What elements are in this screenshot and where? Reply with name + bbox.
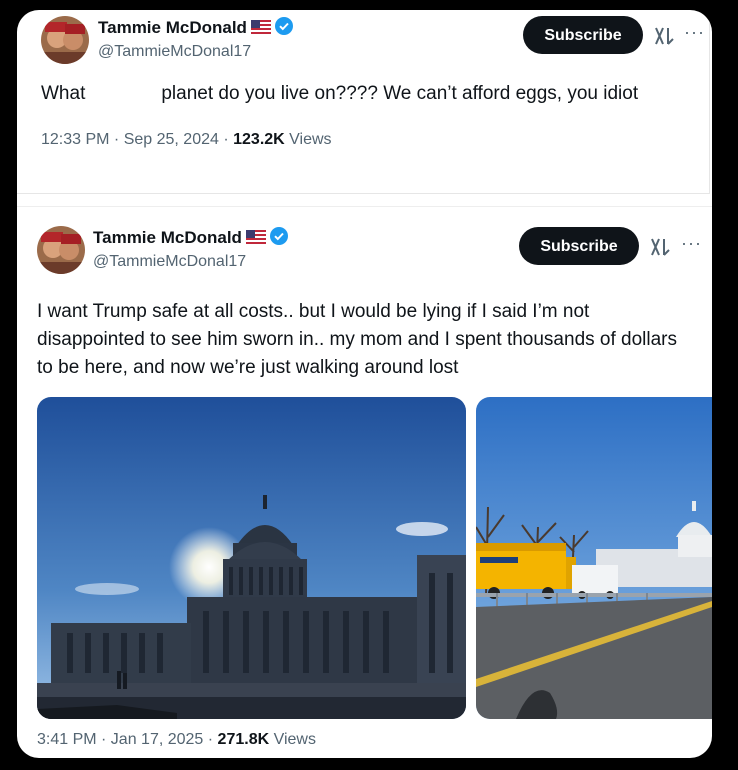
post-text-part-2: planet do you live on???? We can’t affor… (161, 83, 639, 104)
post-text: I want Trump safe at all costs.. but I w… (37, 301, 678, 378)
author-name[interactable]: Tammie McDonald (93, 227, 288, 250)
more-icon[interactable]: ··· (681, 233, 702, 254)
views-count: 271.8K (217, 731, 270, 748)
avatar[interactable] (37, 226, 85, 274)
quoted-post[interactable]: Tammie McDonald @TammieMcDonal17 Subscri… (17, 10, 710, 194)
timestamp[interactable]: 12:33 PM · Sep 25, 2024 · (41, 131, 233, 148)
verified-badge-icon[interactable] (269, 227, 288, 250)
author-name-text[interactable]: Tammie McDonald (93, 228, 242, 247)
post-meta[interactable]: 12:33 PM · Sep 25, 2024 · 123.2K Views (41, 131, 332, 149)
grok-icon[interactable] (653, 25, 675, 47)
subscribe-button[interactable]: Subscribe (523, 16, 643, 54)
more-icon[interactable]: ··· (684, 22, 705, 43)
author-name-text[interactable]: Tammie McDonald (98, 18, 247, 37)
post-text: What planet do you live on???? We can’t a… (41, 80, 638, 108)
post-meta[interactable]: 3:41 PM · Jan 17, 2025 · 271.8K Views (37, 731, 316, 749)
views-count: 123.2K (233, 131, 285, 148)
avatar[interactable] (41, 16, 89, 64)
post-text-part-1: What (41, 83, 86, 104)
author-handle[interactable]: @TammieMcDonal17 (98, 43, 251, 61)
views-label: Views (284, 131, 332, 148)
author-name[interactable]: Tammie McDonald (98, 17, 293, 40)
media-image-street[interactable] (476, 397, 712, 719)
views-label: Views (269, 731, 316, 748)
main-post[interactable]: Tammie McDonald @TammieMcDonal17 Subscri… (17, 206, 712, 758)
author-handle[interactable]: @TammieMcDonal17 (93, 253, 246, 271)
grok-icon[interactable] (649, 236, 671, 258)
timestamp[interactable]: 3:41 PM · Jan 17, 2025 · (37, 731, 218, 748)
verified-badge-icon[interactable] (274, 17, 293, 40)
us-flag-icon (245, 229, 266, 249)
media-image-capitol[interactable] (37, 397, 466, 719)
subscribe-button[interactable]: Subscribe (519, 227, 639, 265)
us-flag-icon (250, 19, 271, 39)
post-card: Tammie McDonald @TammieMcDonal17 Subscri… (17, 10, 712, 758)
